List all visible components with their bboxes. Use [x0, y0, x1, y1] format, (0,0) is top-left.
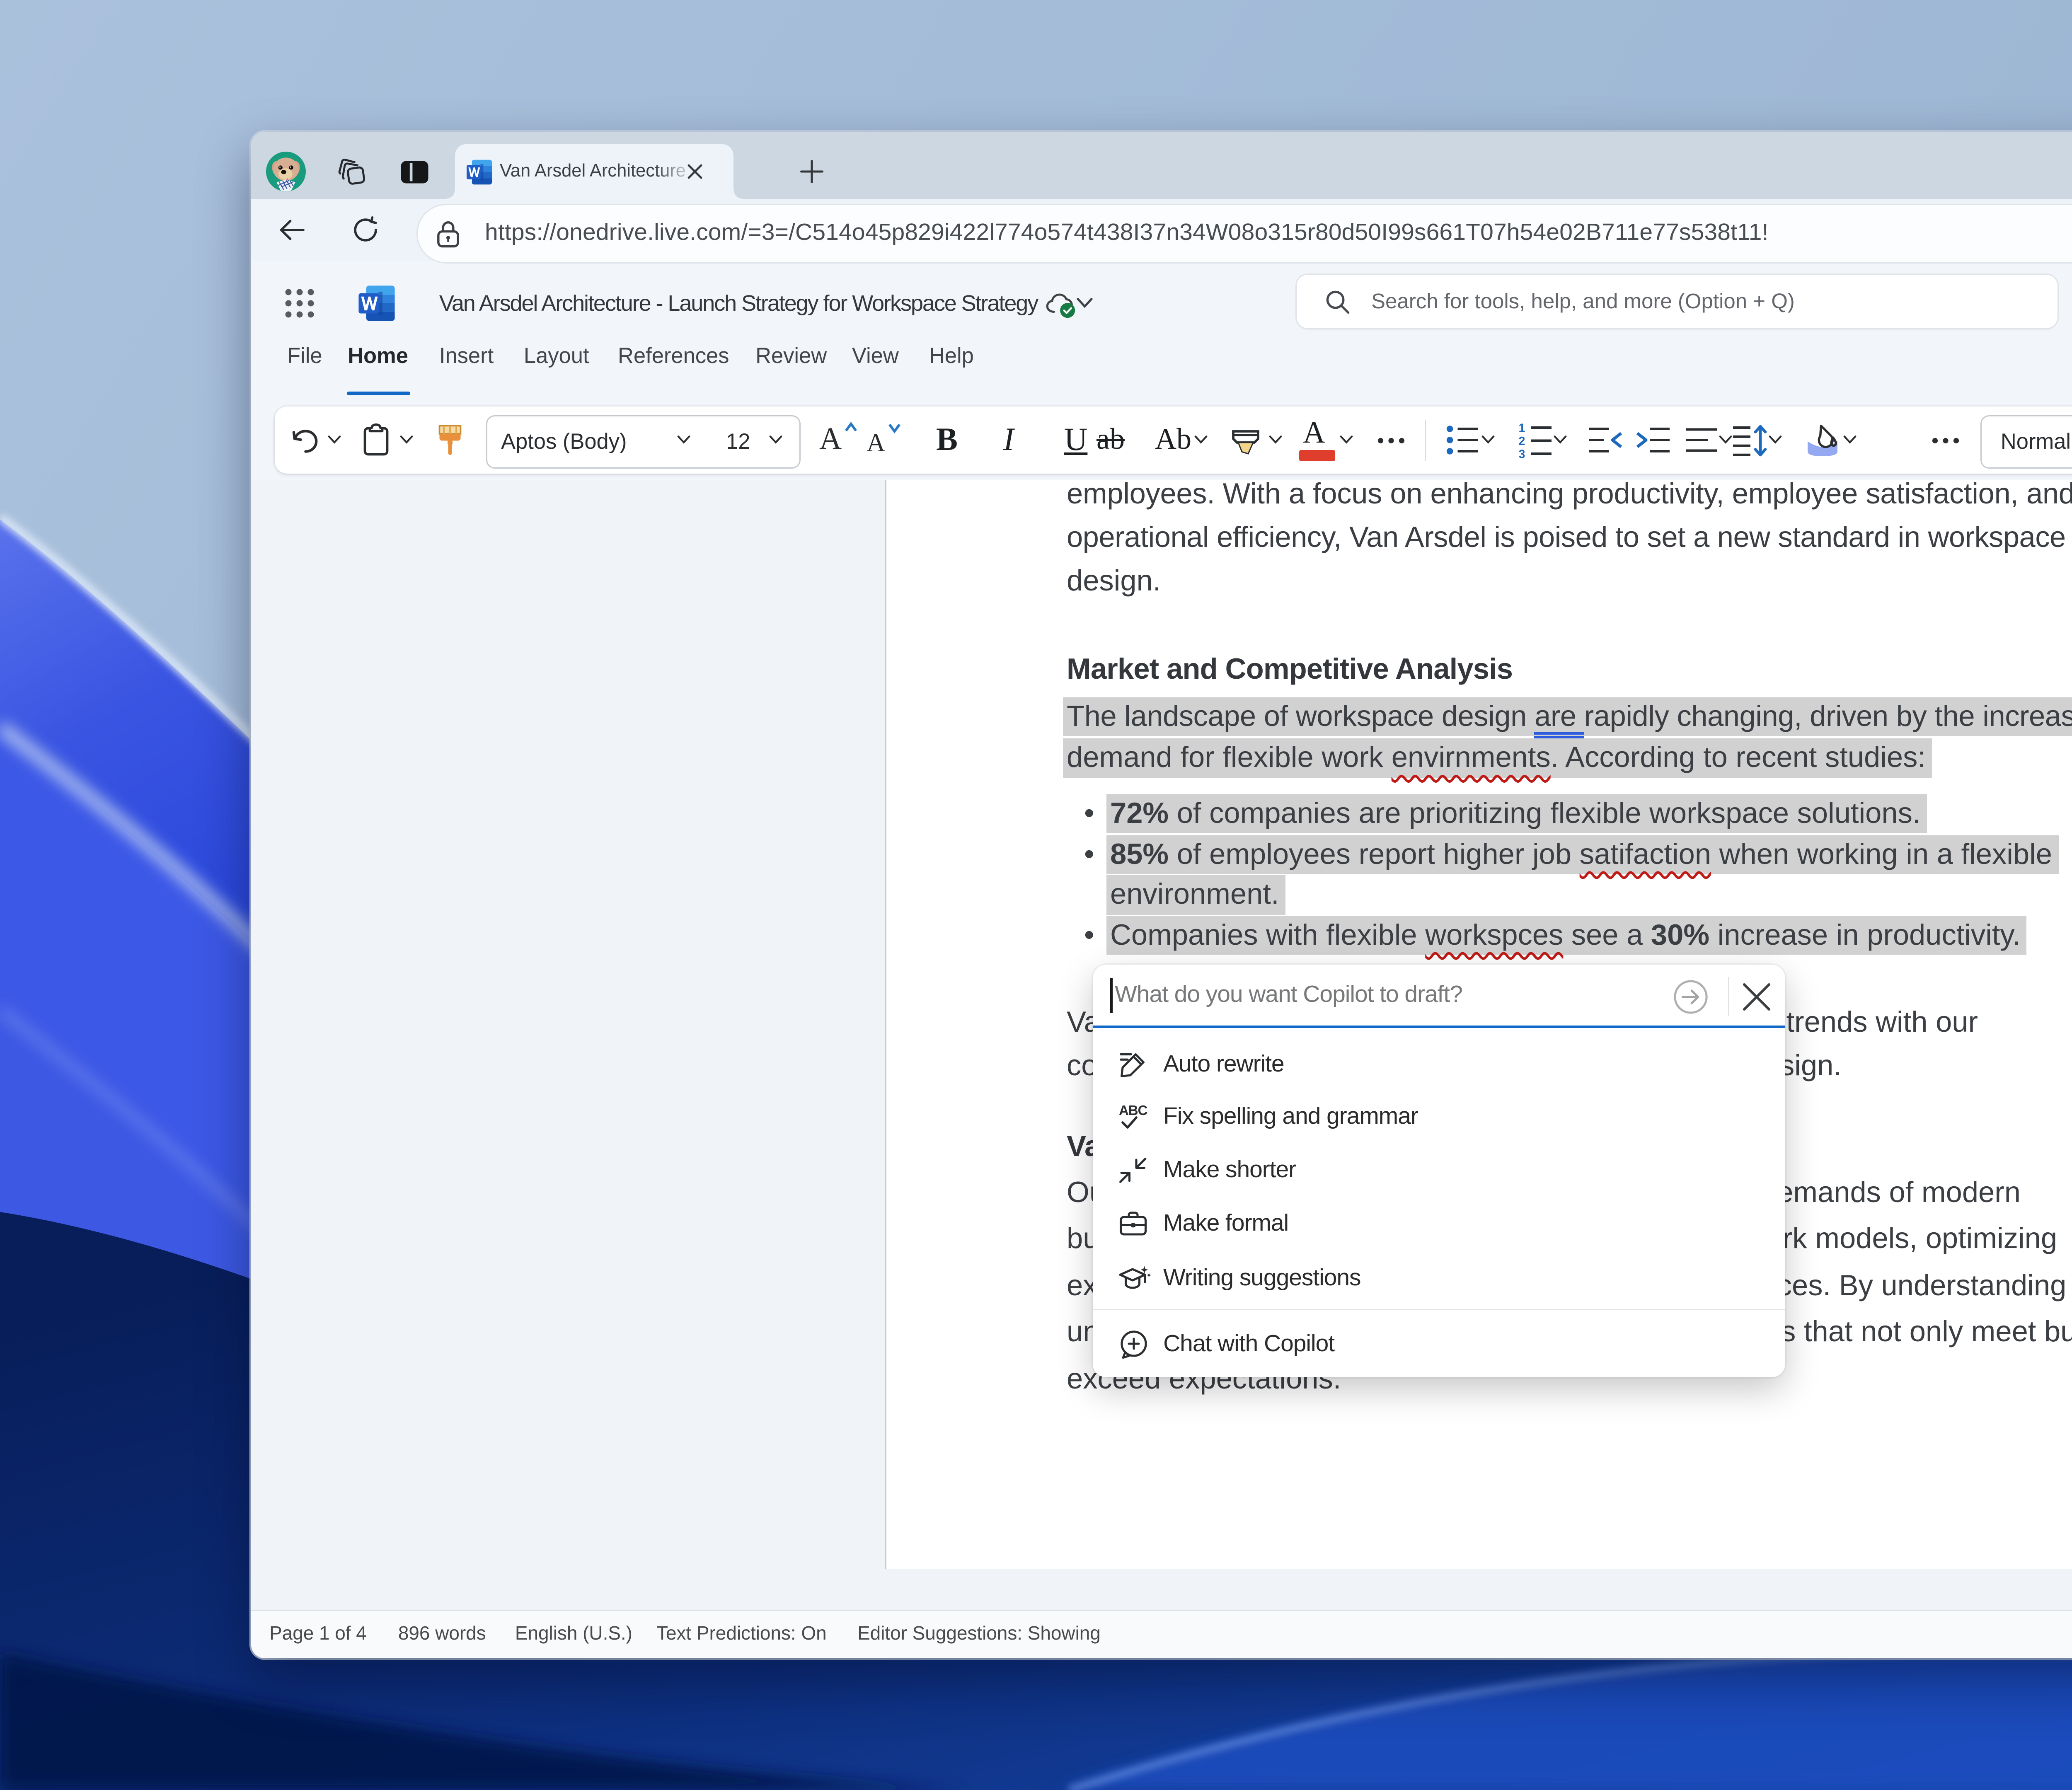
svg-text:1: 1 — [1519, 422, 1525, 435]
svg-text:2: 2 — [1519, 435, 1525, 448]
svg-text:3: 3 — [1519, 448, 1525, 459]
svg-text:ABC: ABC — [1118, 1103, 1147, 1118]
